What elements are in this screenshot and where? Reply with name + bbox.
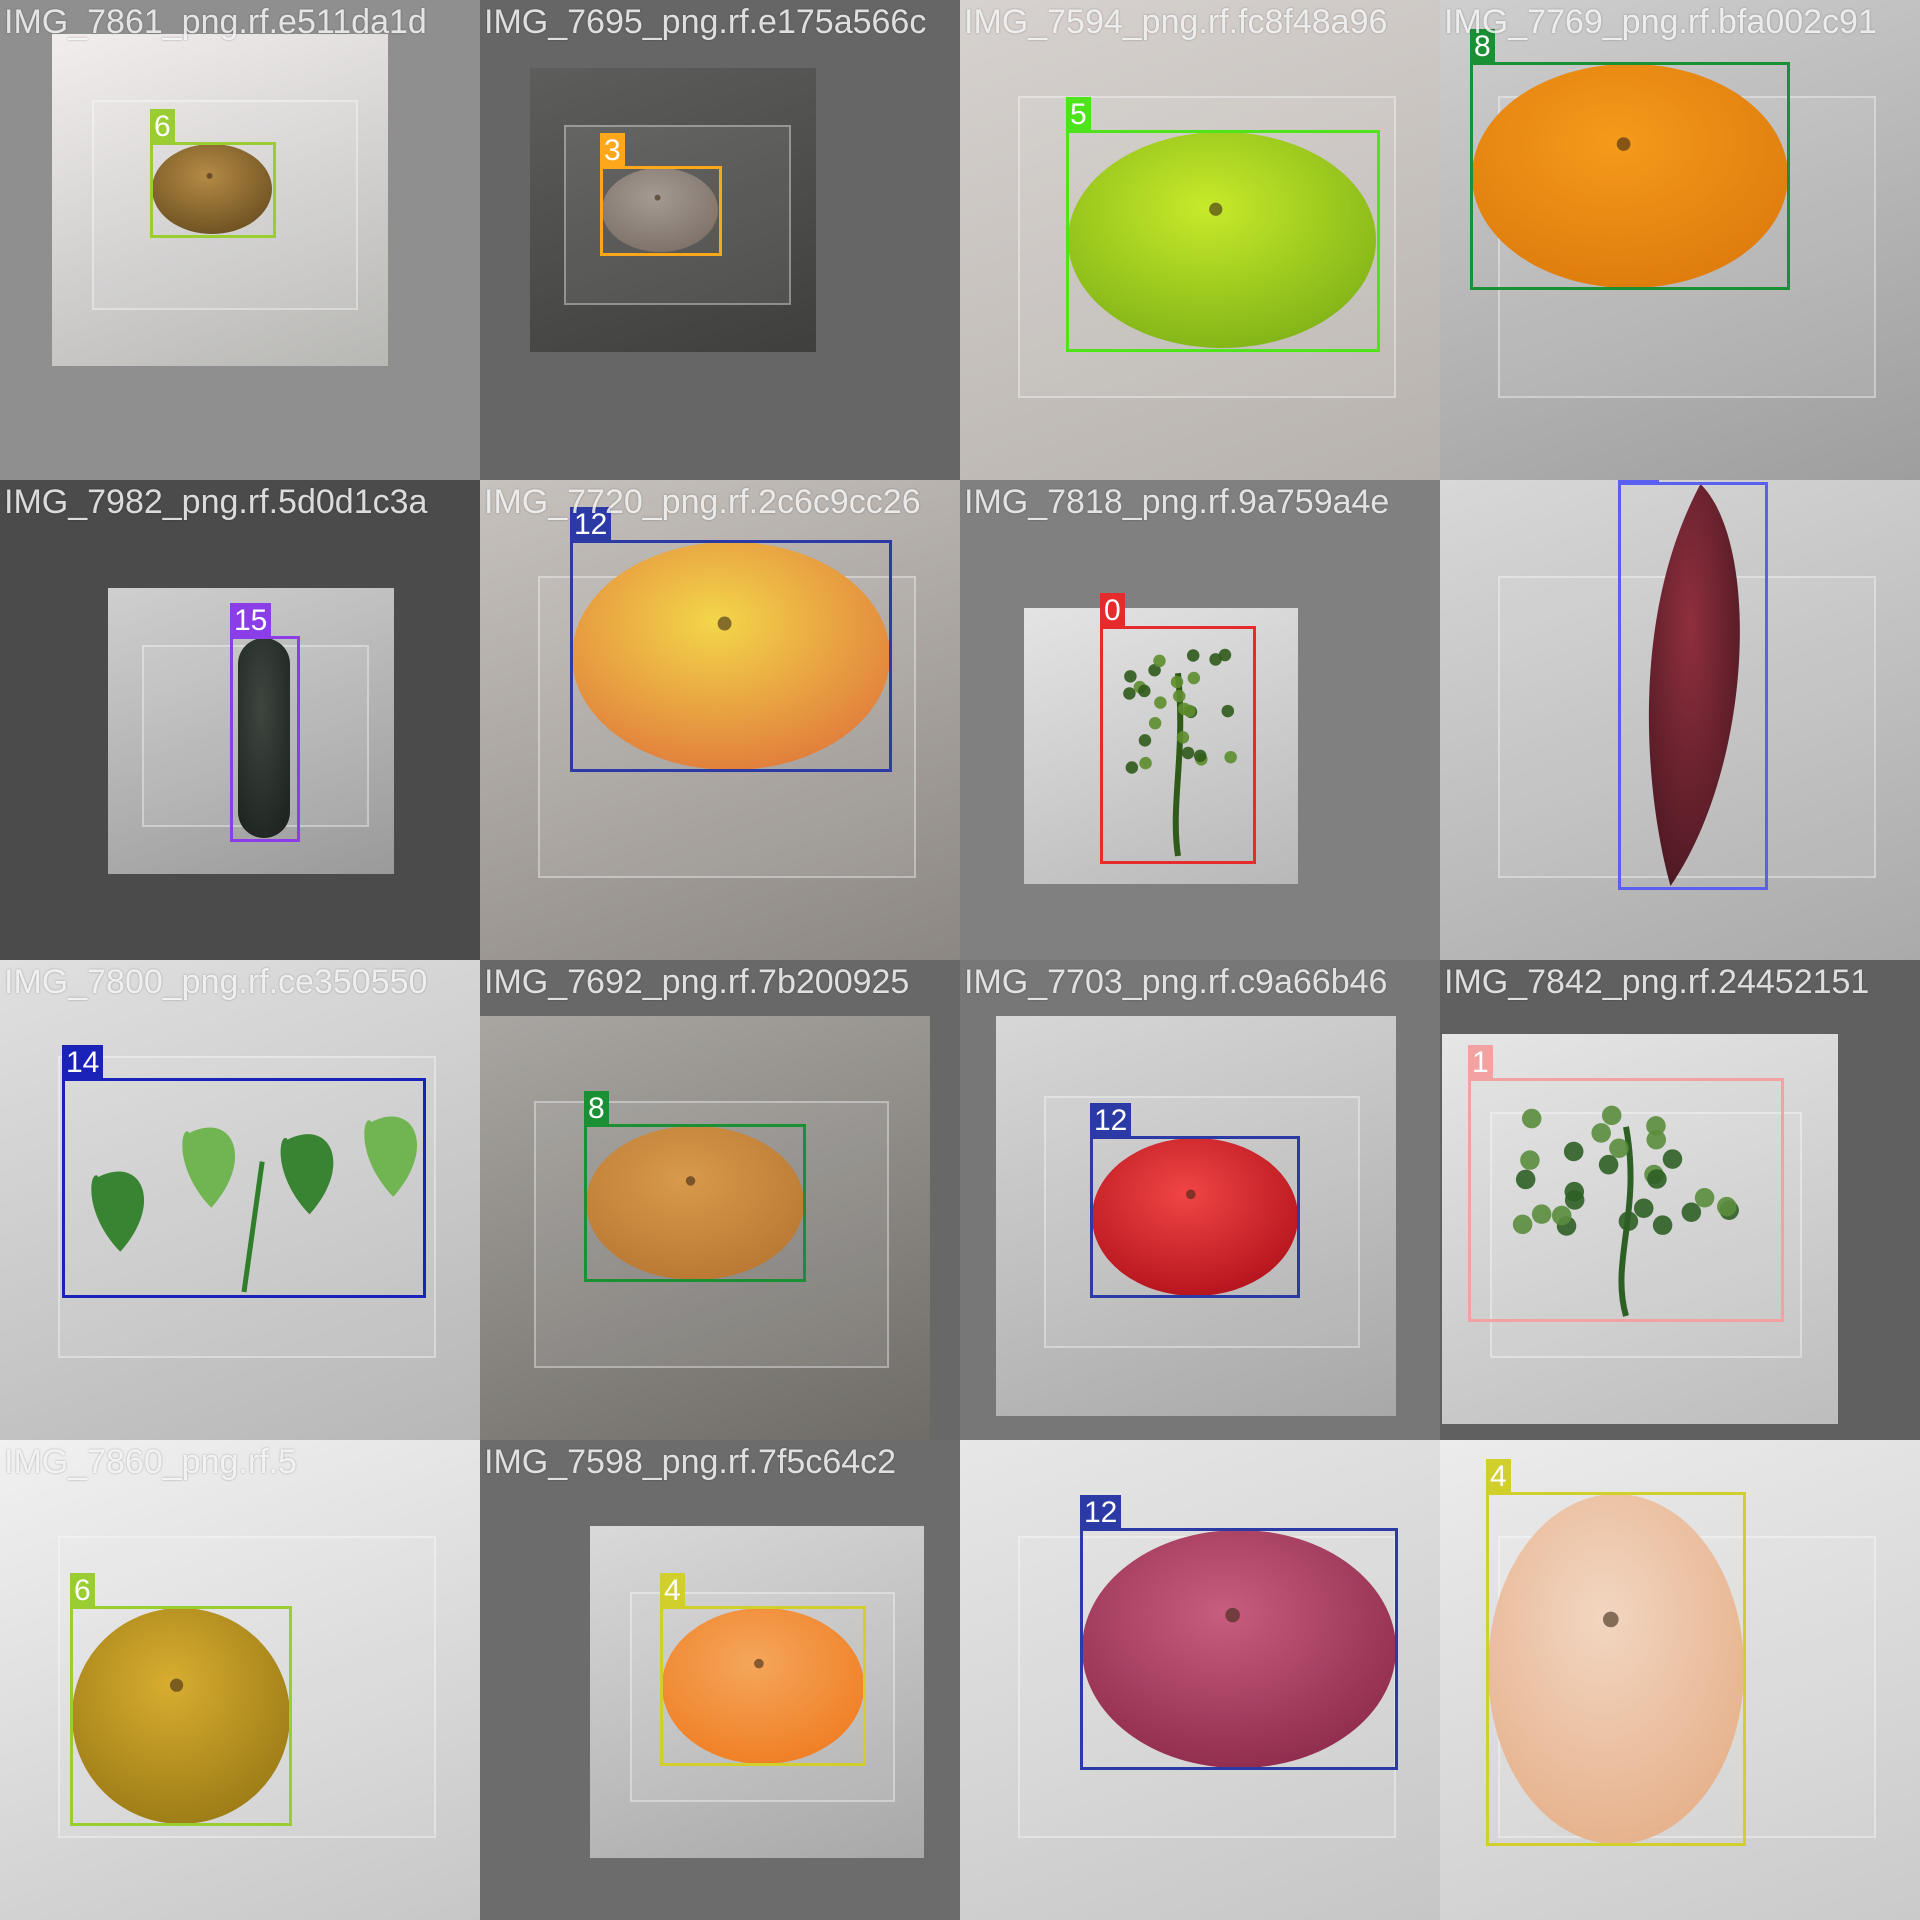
class-label: 12 [1080,1495,1121,1531]
class-label: 6 [150,109,175,145]
class-label: 1 [1468,1045,1493,1081]
tile-filename: IMG_7769_png.rf.bfa002c91 [1444,2,1877,42]
bounding-box: 3 [600,166,722,256]
bounding-box: 8 [584,1124,806,1282]
class-label: 6 [70,1573,95,1609]
tile-filename: IMG_7695_png.rf.e175a566c [484,2,926,42]
tile-filename: IMG_7800_png.rf.ce350550 [4,962,427,1002]
bounding-box: 4 [1486,1492,1746,1846]
mosaic-tile: 5 IMG_7594_png.rf.fc8f48a96 [960,0,1440,480]
mosaic-tile: 3 IMG_7695_png.rf.e175a566c [480,0,960,480]
bounding-box: 12 [1090,1136,1300,1298]
mosaic-tile: 8 IMG_7769_png.rf.bfa002c91 [1440,0,1920,480]
tile-filename: IMG_7720_png.rf.2c6c9cc26 [484,482,921,522]
bounding-box: 4 [660,1606,866,1766]
class-label: 13 [1618,480,1659,485]
mosaic-tile: 8 IMG_7692_png.rf.7b200925 [480,960,960,1440]
image-mosaic: 6 IMG_7861_png.rf.e511da1d 3 IMG_7695_png.r… [0,0,1920,1920]
tile-filename: IMG_7703_png.rf.c9a66b46 [964,962,1387,1002]
bounding-box: 13 [1618,482,1768,890]
tile-filename: IMG_7594_png.rf.fc8f48a96 [964,2,1387,42]
mosaic-tile: 4 IMG_7598_png.rf.7f5c64c2 [480,1440,960,1920]
mosaic-tile: 4 [1440,1440,1920,1920]
tile-filename: IMG_7842_png.rf.24452151 [1444,962,1869,1002]
mosaic-tile: 0 IMG_7818_png.rf.9a759a4e [960,480,1440,960]
tile-filename: IMG_7860_png.rf.5 [4,1442,297,1482]
bounding-box: 15 [230,636,300,842]
bounding-box: 6 [150,142,276,238]
class-label: 0 [1100,593,1125,629]
class-label: 5 [1066,97,1091,133]
bounding-box: 12 [1080,1528,1398,1770]
bounding-box: 14 [62,1078,426,1298]
tile-filename: IMG_7982_png.rf.5d0d1c3a [4,482,427,522]
class-label: 4 [660,1573,685,1609]
tile-filename: IMG_7598_png.rf.7f5c64c2 [484,1442,896,1482]
tile-filename: IMG_7818_png.rf.9a759a4e [964,482,1389,522]
class-label: 12 [1090,1103,1131,1139]
bounding-box: 6 [70,1606,292,1826]
mosaic-tile: 13 [1440,480,1920,960]
bounding-box: 12 [570,540,892,772]
class-label: 8 [584,1091,609,1127]
bounding-box: 5 [1066,130,1380,352]
class-label: 15 [230,603,271,639]
bounding-box: 8 [1470,62,1790,290]
mosaic-tile: 12 [960,1440,1440,1920]
class-label: 3 [600,133,625,169]
mosaic-tile: 12 IMG_7703_png.rf.c9a66b46 [960,960,1440,1440]
tile-filename: IMG_7861_png.rf.e511da1d [4,2,427,42]
mosaic-tile: 14 IMG_7800_png.rf.ce350550 [0,960,480,1440]
class-label: 4 [1486,1459,1511,1495]
bounding-box: 0 [1100,626,1256,864]
mosaic-tile: 15 IMG_7982_png.rf.5d0d1c3a [0,480,480,960]
mosaic-tile: 6 IMG_7860_png.rf.5 [0,1440,480,1920]
mosaic-tile: 6 IMG_7861_png.rf.e511da1d [0,0,480,480]
mosaic-tile: 12 IMG_7720_png.rf.2c6c9cc26 [480,480,960,960]
class-label: 14 [62,1045,103,1081]
tile-filename: IMG_7692_png.rf.7b200925 [484,962,909,1002]
mosaic-tile: 1 IMG_7842_png.rf.24452151 [1440,960,1920,1440]
bounding-box: 1 [1468,1078,1784,1322]
